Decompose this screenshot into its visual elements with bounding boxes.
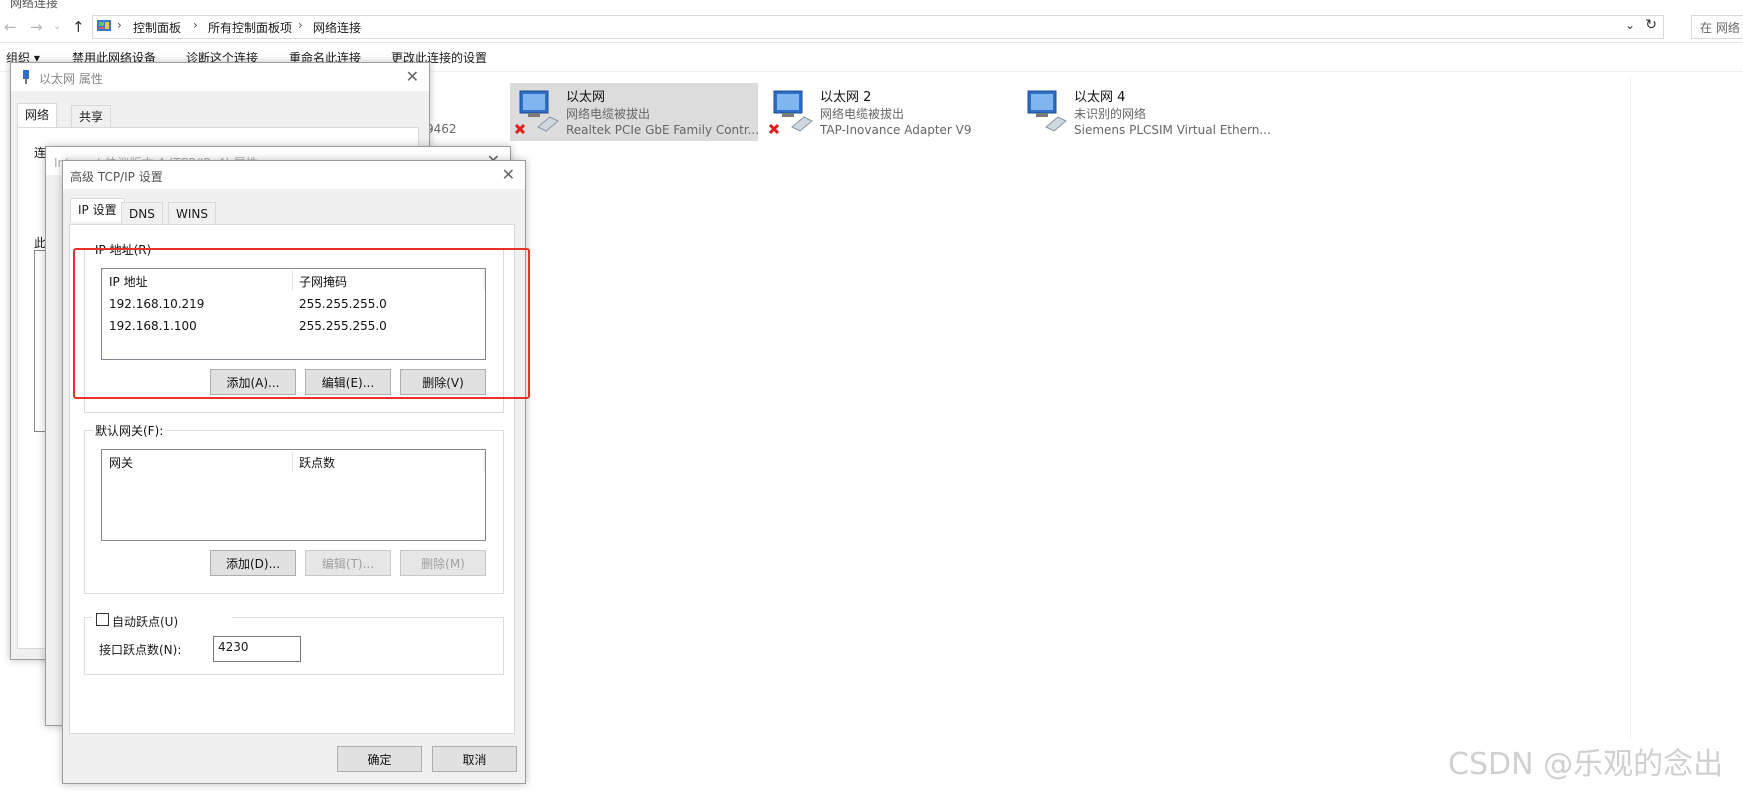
dialog-caption: 高级 TCP/IP 设置 ✕ xyxy=(63,161,525,189)
dialog-caption: 以太网 属性 ✕ xyxy=(11,63,429,91)
remove-gateway-button[interactable]: 删除(M) xyxy=(400,550,486,576)
window-title-bar: 网络连接 xyxy=(0,0,1743,12)
adapter-device: Siemens PLCSIM Virtual Ethern... xyxy=(1074,123,1271,137)
tab-wins[interactable]: WINS xyxy=(168,202,216,224)
dialog-title: 以太网 属性 xyxy=(39,72,103,86)
interface-metric-label: 接口跃点数(N): xyxy=(99,643,182,657)
column-header[interactable]: 跃点数 xyxy=(299,454,335,471)
up-icon[interactable]: ↑ xyxy=(72,18,85,36)
adapter-name: 以太网 4 xyxy=(1074,90,1126,105)
breadcrumb-control-panel[interactable]: 控制面板 xyxy=(133,19,181,36)
adapter-name: 以太网 xyxy=(566,90,606,105)
adapter-device: TAP-Inovance Adapter V9 xyxy=(820,123,972,137)
ok-button[interactable]: 确定 xyxy=(337,746,422,772)
adapter-ethernet-2[interactable]: 以太网 2 网络电缆被拔出 TAP-Inovance Adapter V9 xyxy=(764,83,1012,141)
breadcrumb-separator: › xyxy=(298,18,303,32)
network-adapter-icon xyxy=(768,90,813,135)
interface-metric-input[interactable]: 4230 xyxy=(213,636,301,662)
window-title: 网络连接 xyxy=(10,0,59,10)
tab-dns[interactable]: DNS xyxy=(121,202,163,224)
address-bar-row: ← → ⌄ ↑ › 控制面板 › 所有控制面板项 › 网络连接 ⌄ ↻ 在 网络 xyxy=(0,12,1743,43)
tab-sharing[interactable]: 共享 xyxy=(71,105,112,127)
adapter-ethernet-4[interactable]: 以太网 4 未识别的网络 Siemens PLCSIM Virtual Ethe… xyxy=(1018,83,1271,141)
edit-gateway-button[interactable]: 编辑(T)... xyxy=(305,550,391,576)
adapter-ethernet[interactable]: 以太网 网络电缆被拔出 Realtek PCIe GbE Family Cont… xyxy=(510,83,760,141)
network-adapter-icon xyxy=(514,90,559,135)
network-icon xyxy=(23,70,29,84)
breadcrumb-separator: › xyxy=(193,18,198,32)
view-divider xyxy=(1630,78,1631,738)
breadcrumb-network-connections[interactable]: 网络连接 xyxy=(313,19,361,36)
auto-metric-label[interactable]: 自动跃点(U) xyxy=(112,613,178,630)
group-label: 默认网关(F): xyxy=(93,422,166,439)
annotation-highlight-box xyxy=(73,248,530,399)
address-dropdown-icon[interactable]: ⌄ xyxy=(1625,18,1635,32)
auto-metric-row[interactable]: 自动跃点(U) xyxy=(92,612,232,630)
adapter-status: 网络电缆被拔出 xyxy=(820,107,905,121)
close-icon[interactable]: ✕ xyxy=(406,67,419,86)
search-placeholder: 在 网络 xyxy=(1700,21,1740,35)
adapter-status: 未识别的网络 xyxy=(1074,107,1147,121)
column-divider xyxy=(484,452,485,472)
auto-metric-checkbox[interactable] xyxy=(96,613,109,626)
adapter-name: 以太网 2 xyxy=(820,90,872,105)
watermark: CSDN @乐观的念出 xyxy=(1448,747,1724,782)
adapter-status: 网络电缆被拔出 xyxy=(566,107,651,121)
adapter-device: Realtek PCIe GbE Family Contr... xyxy=(566,123,760,137)
column-divider xyxy=(292,452,293,472)
add-gateway-button[interactable]: 添加(D)... xyxy=(210,550,296,576)
recent-dropdown-icon[interactable]: ⌄ xyxy=(53,21,61,32)
refresh-icon[interactable]: ↻ xyxy=(1645,17,1657,33)
search-input[interactable]: 在 网络 xyxy=(1691,15,1743,39)
breadcrumb-all-items[interactable]: 所有控制面板项 xyxy=(208,19,292,36)
gateway-list[interactable]: 网关 跃点数 xyxy=(101,449,486,541)
close-icon[interactable]: ✕ xyxy=(502,165,515,184)
tab-ip-settings[interactable]: IP 设置 xyxy=(70,198,125,222)
network-adapter-icon xyxy=(1027,90,1067,132)
tab-network[interactable]: 网络 xyxy=(17,103,58,127)
cancel-button[interactable]: 取消 xyxy=(432,746,517,772)
address-box[interactable]: › 控制面板 › 所有控制面板项 › 网络连接 ⌄ ↻ xyxy=(92,15,1664,39)
breadcrumb-separator: › xyxy=(117,18,122,32)
dialog-title: 高级 TCP/IP 设置 xyxy=(70,170,163,184)
column-header[interactable]: 网关 xyxy=(109,454,133,471)
partial-adapter-text: 9462 xyxy=(426,122,457,136)
back-icon[interactable]: ← xyxy=(4,18,17,36)
control-panel-icon xyxy=(97,20,111,31)
forward-icon[interactable]: → xyxy=(30,18,43,36)
